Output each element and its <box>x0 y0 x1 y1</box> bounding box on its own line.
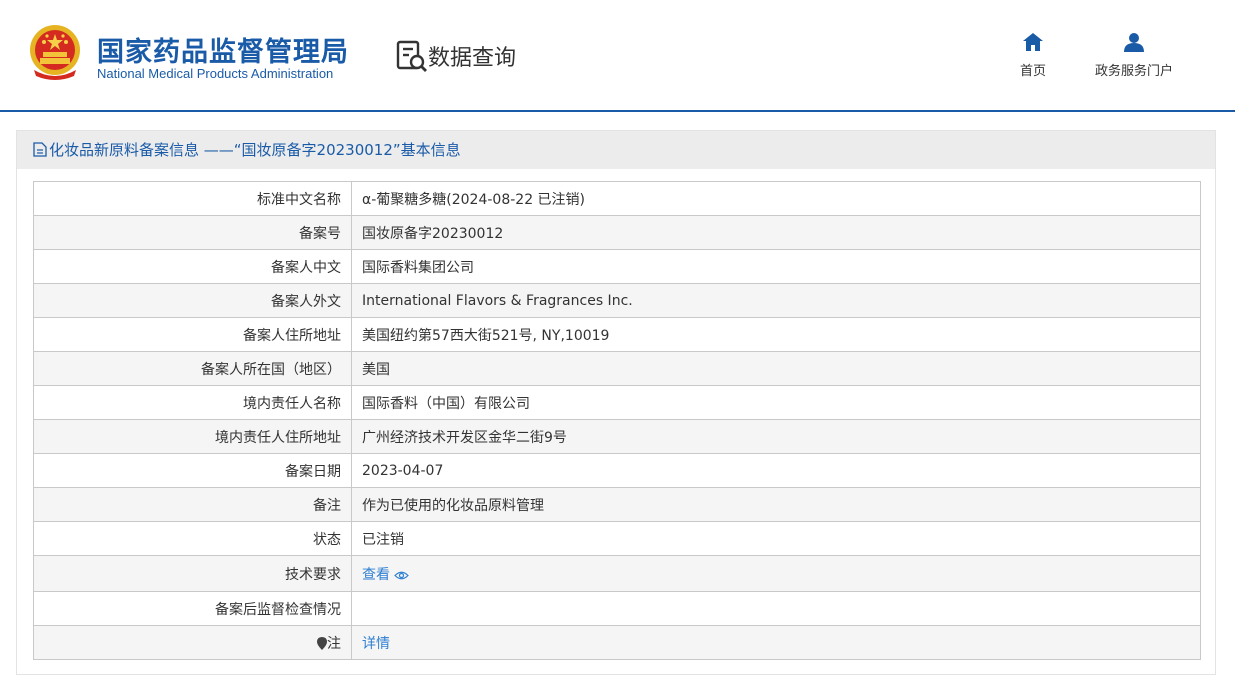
nav-home-link[interactable]: 首页 <box>1010 32 1056 79</box>
table-row: 境内责任人住所地址 广州经济技术开发区金华二街9号 <box>33 419 1201 454</box>
row-label: 注 <box>327 635 341 652</box>
row-value <box>351 591 1201 626</box>
row-value: 国妆原备字20230012 <box>351 215 1201 250</box>
row-label: 备案人住所地址 <box>33 317 352 352</box>
site-header: 国家药品监督管理局 National Medical Products Admi… <box>0 0 1235 112</box>
table-row: 备案人外文 International Flavors & Fragrances… <box>33 283 1201 318</box>
detail-table: 标准中文名称 α-葡聚糖多糖(2024-08-22 已注销) 备案号 国妆原备字… <box>33 181 1201 660</box>
table-row: 状态 已注销 <box>33 521 1201 556</box>
table-row: 备案人所在国（地区） 美国 <box>33 351 1201 386</box>
details-link[interactable]: 详情 <box>362 636 390 652</box>
table-row: 标准中文名称 α-葡聚糖多糖(2024-08-22 已注销) <box>33 181 1201 216</box>
row-label: 备案人外文 <box>33 283 352 318</box>
org-name-en: National Medical Products Administration <box>97 66 334 81</box>
detail-panel: 化妆品新原料备案信息 ——“国妆原备字20230012”基本信息 标准中文名称 … <box>16 130 1216 675</box>
row-value: International Flavors & Fragrances Inc. <box>351 283 1201 318</box>
table-row: 备案日期 2023-04-07 <box>33 453 1201 488</box>
row-value-cell: 详情 <box>351 625 1201 660</box>
eye-icon[interactable] <box>394 570 409 581</box>
row-value: 美国 <box>351 351 1201 386</box>
row-label: 技术要求 <box>33 555 352 592</box>
table-row: 备案后监督检查情况 <box>33 591 1201 626</box>
row-value: 作为已使用的化妆品原料管理 <box>351 487 1201 522</box>
org-name-cn: 国家药品监督管理局 <box>97 37 349 68</box>
row-label: 备案日期 <box>33 453 352 488</box>
nav-portal-link[interactable]: 政务服务门户 <box>1088 32 1180 79</box>
row-value: 已注销 <box>351 521 1201 556</box>
row-value: α-葡聚糖多糖(2024-08-22 已注销) <box>351 181 1201 216</box>
view-tech-requirements-link[interactable]: 查看 <box>362 567 390 583</box>
row-value: 国际香料集团公司 <box>351 249 1201 284</box>
row-label: 备案号 <box>33 215 352 250</box>
nav-home-label: 首页 <box>1019 64 1046 79</box>
row-label: 备案后监督检查情况 <box>33 591 352 626</box>
page-title: 数据查询 <box>428 46 517 71</box>
nav-portal-label: 政务服务门户 <box>1094 64 1173 79</box>
table-row: 备案人中文 国际香料集团公司 <box>33 249 1201 284</box>
row-label: 标准中文名称 <box>33 181 352 216</box>
table-row: 境内责任人名称 国际香料（中国）有限公司 <box>33 385 1201 420</box>
row-label: 备案人所在国（地区） <box>33 351 352 386</box>
user-icon <box>1124 33 1144 52</box>
row-value: 国际香料（中国）有限公司 <box>351 385 1201 420</box>
table-row: 备注 作为已使用的化妆品原料管理 <box>33 487 1201 522</box>
data-query-icon <box>396 40 427 72</box>
panel-title: 化妆品新原料备案信息 ——“国妆原备字20230012”基本信息 <box>49 141 461 159</box>
home-icon <box>1023 33 1043 51</box>
national-emblem-icon <box>30 25 80 80</box>
panel-title-bar: 化妆品新原料备案信息 ——“国妆原备字20230012”基本信息 <box>17 131 1215 169</box>
row-value: 2023-04-07 <box>351 453 1201 488</box>
pin-icon <box>317 636 327 650</box>
row-value: 广州经济技术开发区金华二街9号 <box>351 419 1201 454</box>
row-value-cell: 查看 <box>351 555 1201 592</box>
row-label-cell: 注 <box>33 625 352 660</box>
row-label: 备案人中文 <box>33 249 352 284</box>
document-icon <box>33 142 47 157</box>
table-row: 技术要求 查看 <box>33 555 1201 592</box>
row-label: 状态 <box>33 521 352 556</box>
table-row: 备案号 国妆原备字20230012 <box>33 215 1201 250</box>
row-value: 美国纽约第57西大街521号, NY,10019 <box>351 317 1201 352</box>
table-row: 注 详情 <box>33 625 1201 660</box>
row-label: 境内责任人住所地址 <box>33 419 352 454</box>
table-row: 备案人住所地址 美国纽约第57西大街521号, NY,10019 <box>33 317 1201 352</box>
row-label: 备注 <box>33 487 352 522</box>
row-label: 境内责任人名称 <box>33 385 352 420</box>
